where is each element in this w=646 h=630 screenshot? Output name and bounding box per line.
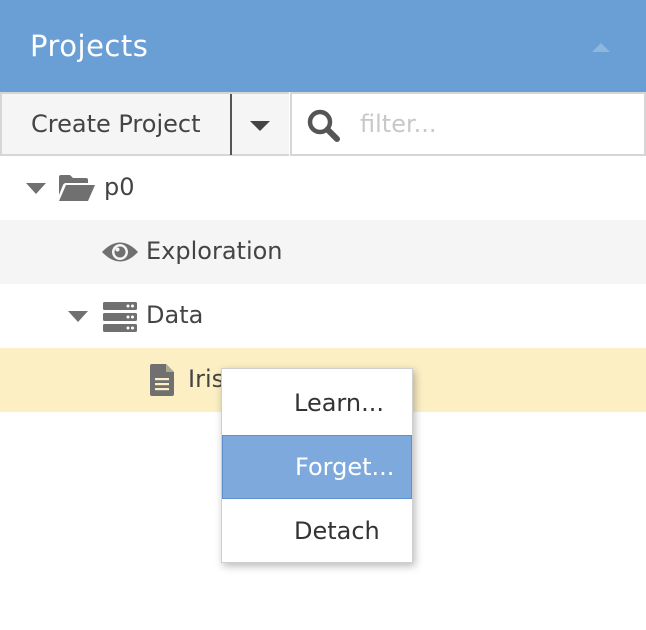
tree-item-label: Iris: [188, 365, 225, 393]
projects-panel: Projects Create Project p0: [0, 0, 646, 630]
tree-item-label: Data: [146, 301, 204, 329]
menu-item-forget[interactable]: Forget...: [222, 435, 412, 499]
search-icon: [307, 109, 340, 142]
collapse-icon[interactable]: [592, 43, 610, 52]
create-project-button[interactable]: Create Project: [0, 92, 232, 156]
filter-input[interactable]: [358, 104, 638, 144]
menu-item-learn[interactable]: Learn...: [222, 371, 412, 435]
server-icon: [103, 302, 137, 332]
context-menu: Learn... Forget... Detach: [221, 368, 413, 563]
create-project-label: Create Project: [31, 110, 201, 138]
tree-item-exploration[interactable]: Exploration: [0, 220, 646, 284]
tree-item-p0[interactable]: p0: [0, 156, 646, 220]
menu-item-detach[interactable]: Detach: [222, 499, 412, 563]
expand-toggle-icon[interactable]: [26, 183, 46, 194]
create-project-dropdown-button[interactable]: [232, 92, 289, 156]
caret-down-icon: [250, 121, 270, 131]
toolbar: Create Project: [0, 92, 646, 156]
tree-item-data[interactable]: Data: [0, 284, 646, 348]
folder-open-icon: [59, 175, 95, 201]
panel-title: Projects: [30, 29, 149, 63]
file-icon: [150, 364, 174, 396]
filter-box: [290, 92, 646, 156]
eye-icon: [102, 242, 138, 262]
expand-toggle-icon[interactable]: [68, 311, 88, 322]
tree-item-label: p0: [104, 173, 135, 201]
panel-header: Projects: [0, 0, 646, 92]
tree-item-label: Exploration: [146, 237, 283, 265]
